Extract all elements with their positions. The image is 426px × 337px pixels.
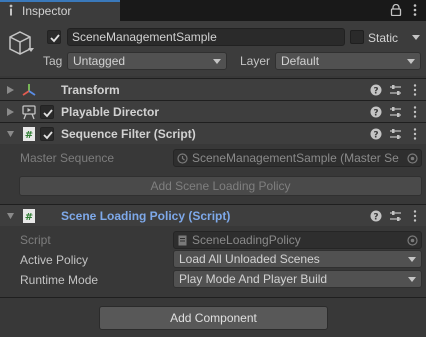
component-header-icons: ? [370, 106, 417, 119]
static-checkbox[interactable] [350, 30, 364, 44]
transform-title: Transform [61, 83, 120, 97]
master-sequence-field: SceneManagementSample (Master Se [173, 149, 422, 167]
kebab-menu-icon [413, 128, 417, 140]
layer-dropdown[interactable]: Default [275, 52, 421, 70]
add-component-button[interactable]: Add Component [99, 306, 328, 330]
checkmark-icon [50, 34, 60, 43]
component-header-icons: ? [370, 128, 417, 141]
layer-label: Layer [240, 54, 271, 68]
playable-director-title: Playable Director [61, 105, 160, 119]
info-icon [9, 4, 13, 16]
preset-sliders-icon [390, 211, 401, 221]
sequence-filter-enabled-checkbox[interactable] [40, 127, 54, 141]
scene-loading-policy-title: Scene Loading Policy (Script) [61, 209, 231, 223]
component-header-icons: ? [370, 84, 417, 97]
checkmark-icon [43, 131, 53, 140]
svg-text:?: ? [373, 131, 378, 141]
help-icon: ? [370, 128, 382, 141]
chevron-down-icon [407, 59, 415, 64]
svg-text:#: # [25, 130, 33, 141]
more-menu-icon[interactable] [412, 3, 418, 17]
foldout-expanded-icon[interactable] [7, 130, 14, 138]
checkmark-icon [43, 109, 53, 118]
inspector-tab-label: Inspector [22, 4, 72, 18]
foldout-collapsed-icon[interactable] [7, 86, 14, 94]
sequence-filter-component-header[interactable]: # Sequence Filter (Script) ? [0, 122, 426, 144]
foldout-collapsed-icon[interactable] [7, 108, 14, 116]
preset-sliders-icon [390, 107, 401, 117]
preset-sliders-icon [390, 129, 401, 139]
chevron-down-icon [408, 257, 416, 262]
icon-dropdown-arrow-icon[interactable] [28, 48, 34, 52]
svg-text:#: # [25, 212, 33, 223]
runtime-mode-value: Play Mode And Player Build [179, 272, 328, 286]
script-icon: # [23, 209, 35, 223]
game-object-cube-icon[interactable] [6, 29, 34, 57]
playable-director-icon [22, 105, 36, 120]
kebab-menu-icon [413, 106, 417, 118]
tag-value: Untagged [73, 54, 126, 68]
script-label: Script [20, 233, 51, 247]
svg-text:?: ? [373, 109, 378, 119]
tag-label: Tag [43, 54, 63, 68]
playable-director-enabled-checkbox[interactable] [40, 105, 54, 119]
transform-component-header[interactable]: Transform ? [0, 78, 426, 100]
kebab-menu-icon [413, 84, 417, 96]
help-icon: ? [370, 84, 382, 97]
chevron-down-icon [213, 59, 221, 64]
runtime-mode-dropdown[interactable]: Play Mode And Player Build [173, 270, 422, 288]
sequence-filter-title: Sequence Filter (Script) [61, 127, 196, 141]
script-field: SceneLoadingPolicy [173, 231, 422, 249]
game-object-header: SceneManagementSample Static Tag Untagge… [0, 21, 426, 76]
playable-director-component-header[interactable]: Playable Director ? [0, 100, 426, 122]
kebab-menu-icon [413, 210, 417, 222]
game-object-name-input[interactable]: SceneManagementSample [67, 28, 345, 46]
inspector-tab[interactable]: Inspector [0, 0, 120, 21]
object-picker-icon [407, 153, 418, 164]
runtime-mode-label: Runtime Mode [20, 273, 99, 287]
scene-loading-policy-component-header[interactable]: # Scene Loading Policy (Script) ? [0, 204, 426, 226]
object-picker-icon [407, 235, 418, 246]
script-icon: # [23, 127, 35, 141]
scene-loading-policy-body: Script SceneLoadingPolicy Active Policy … [0, 226, 426, 296]
preset-sliders-icon [390, 85, 401, 95]
section-divider [0, 297, 426, 298]
inspector-tab-bar: Inspector [0, 0, 426, 21]
active-policy-dropdown[interactable]: Load All Unloaded Scenes [173, 250, 422, 268]
timeline-asset-icon [177, 153, 188, 164]
help-icon: ? [370, 106, 382, 119]
static-dropdown-arrow-icon[interactable] [412, 35, 420, 40]
transform-axes-icon [22, 84, 36, 96]
script-file-icon [178, 235, 187, 246]
master-sequence-label: Master Sequence [20, 151, 115, 165]
lock-icon[interactable] [390, 4, 402, 16]
static-label: Static [368, 31, 399, 45]
component-header-icons: ? [370, 210, 417, 223]
help-icon: ? [370, 210, 382, 223]
foldout-expanded-icon[interactable] [7, 212, 14, 220]
active-checkbox[interactable] [47, 30, 61, 44]
add-scene-loading-policy-button[interactable]: Add Scene Loading Policy [19, 176, 422, 196]
active-policy-label: Active Policy [20, 253, 89, 267]
master-sequence-value: SceneManagementSample (Master Se [192, 151, 399, 165]
svg-text:?: ? [373, 213, 378, 223]
script-value: SceneLoadingPolicy [192, 233, 301, 247]
active-policy-value: Load All Unloaded Scenes [179, 252, 320, 266]
svg-text:?: ? [373, 87, 378, 97]
tag-dropdown[interactable]: Untagged [67, 52, 227, 70]
chevron-down-icon [408, 277, 416, 282]
sequence-filter-body: Master Sequence SceneManagementSample (M… [0, 144, 426, 204]
layer-value: Default [281, 54, 320, 68]
